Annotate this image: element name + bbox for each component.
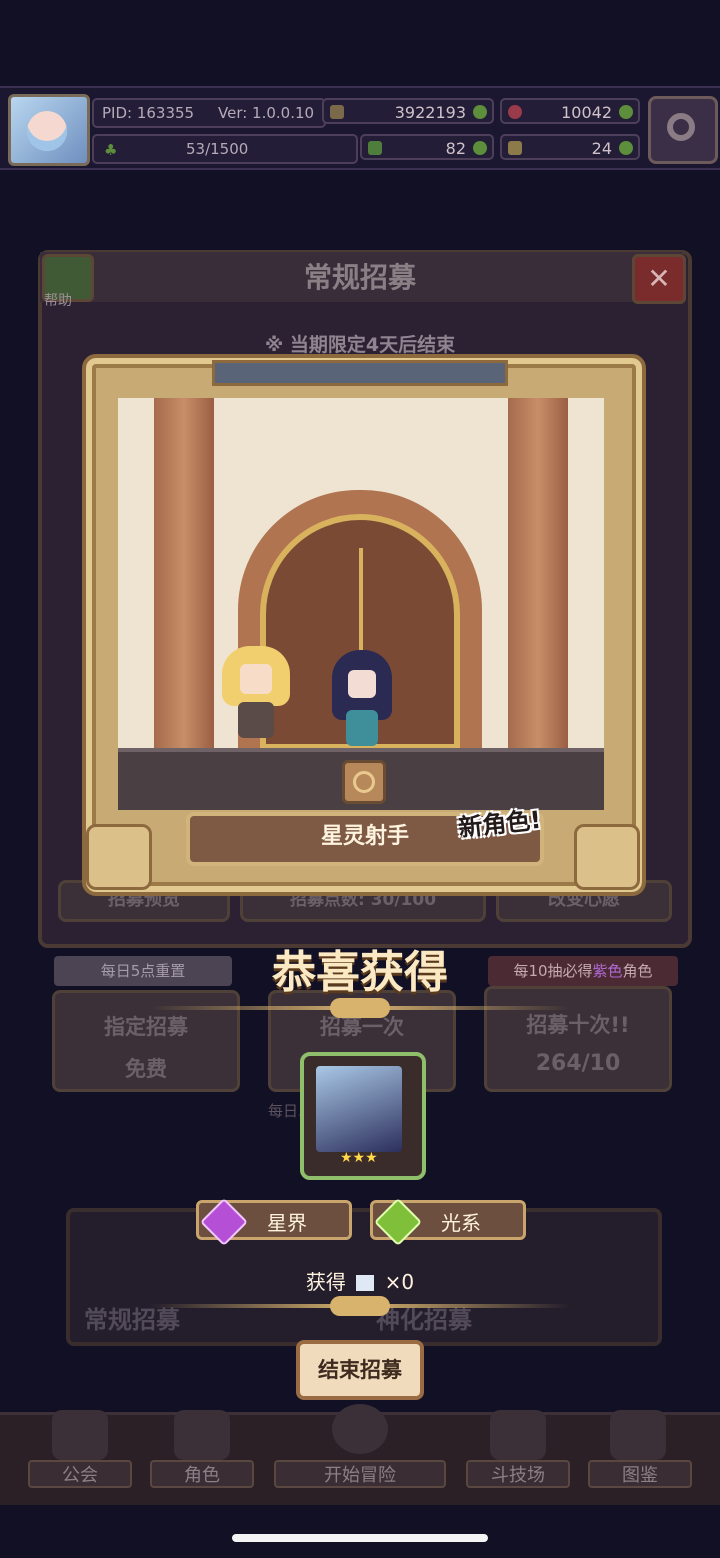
magnifier-icon (332, 1404, 388, 1454)
ornament-gem (330, 998, 390, 1018)
swords-icon (490, 1410, 546, 1460)
guild-icon (52, 1410, 108, 1460)
limited-notice: ※ 当期限定4天后结束 (264, 334, 456, 356)
add-key-icon[interactable] (619, 141, 633, 155)
frame-corner-right (574, 824, 640, 890)
free-label: 免费 (125, 1057, 167, 1081)
end-recruit-button[interactable]: 结束招募 (296, 1340, 424, 1400)
key-value: 24 (591, 139, 612, 158)
hero-card[interactable]: ★★★ (300, 1052, 426, 1180)
clover-counter: 82 (360, 134, 494, 160)
add-gold-icon[interactable] (473, 105, 487, 119)
right-pillar (508, 398, 568, 748)
ruby-counter: 10042 (500, 98, 640, 124)
nav-adventure[interactable]: 开始冒险 (274, 1460, 446, 1488)
ten-cost: 264/10 (535, 1051, 621, 1076)
ruby-value: 10042 (561, 103, 612, 122)
xp-bar: ♣ 53/1500 (92, 134, 358, 164)
character-icon (174, 1410, 230, 1460)
clover-value: 82 (445, 139, 466, 158)
obtain-count: ×0 (384, 1270, 415, 1294)
clover-icon: ♣ (104, 141, 118, 159)
nav-codex[interactable]: 图鉴 (588, 1460, 692, 1488)
element-badge-light: 光系 (370, 1197, 526, 1247)
emblem-icon (342, 760, 386, 804)
hero-portrait (316, 1066, 402, 1152)
help-label: 帮助 (44, 293, 72, 309)
fragment-icon (356, 1275, 375, 1291)
clover-icon (368, 141, 382, 155)
settings-button[interactable] (648, 96, 718, 164)
gold-icon (330, 105, 344, 119)
ornament-gem-2 (330, 1296, 390, 1316)
ruby-icon (508, 105, 522, 119)
castle-scene (118, 398, 604, 810)
codex-icon (610, 1410, 666, 1460)
obtain-label: 获得 (305, 1270, 346, 1294)
panel-title: 常规招募 (303, 261, 416, 294)
recruit-ten-button[interactable]: 招募十次!! 264/10 (484, 986, 672, 1092)
frame-corner-left (86, 824, 152, 890)
astral-gem-icon (199, 1197, 249, 1247)
blonde-character (222, 646, 290, 738)
nav-character[interactable]: 角色 (150, 1460, 254, 1488)
light-gem-icon (373, 1197, 423, 1247)
key-counter: 24 (500, 134, 640, 160)
gold-value: 3922193 (394, 103, 466, 122)
add-clover-icon[interactable] (473, 141, 487, 155)
pid-text: PID: 163355 (102, 104, 195, 122)
nav-guild[interactable]: 公会 (28, 1460, 132, 1488)
frame-top-plate (212, 360, 508, 386)
player-avatar[interactable] (8, 94, 90, 166)
congrats-title: 恭喜获得 (272, 947, 448, 998)
gold-counter: 3922193 (322, 98, 494, 124)
close-button[interactable]: ✕ (632, 254, 686, 304)
add-ruby-icon[interactable] (619, 105, 633, 119)
left-pillar (154, 398, 214, 748)
element-astral-label: 星界 (267, 1211, 307, 1235)
key-icon (508, 141, 522, 155)
ten-label: 招募十次!! (526, 1013, 630, 1037)
element-badge-astral: 星界 (196, 1197, 352, 1247)
gear-icon (667, 113, 695, 141)
version-text: Ver: 1.0.0.10 (218, 104, 315, 122)
star-rating: ★★★ (340, 1150, 378, 1166)
designate-label: 指定招募 (104, 1015, 188, 1039)
home-indicator[interactable] (232, 1534, 488, 1542)
star-archer-character (328, 650, 396, 746)
xp-text: 53/1500 (186, 140, 249, 158)
element-light-label: 光系 (441, 1211, 481, 1235)
nav-arena[interactable]: 斗技场 (466, 1460, 570, 1488)
obtain-line: 获得 ×0 (0, 1266, 720, 1295)
pid-bar: PID: 163355 Ver: 1.0.0.10 (92, 98, 326, 128)
